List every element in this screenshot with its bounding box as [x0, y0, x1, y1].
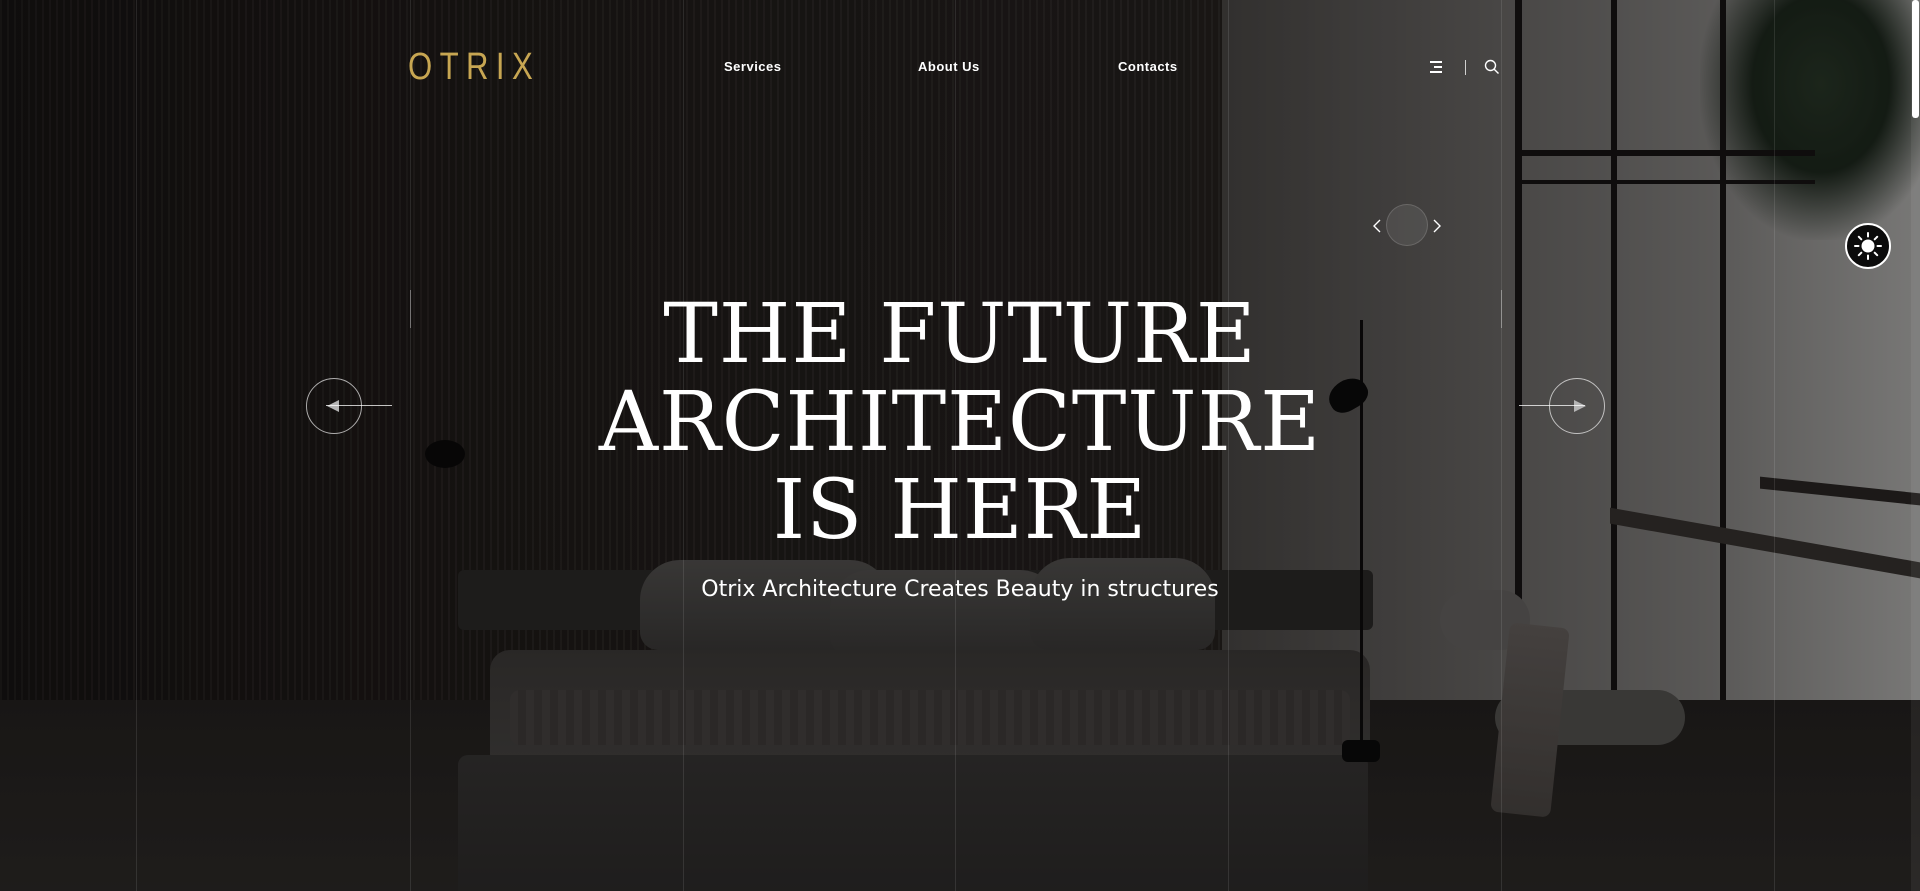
theme-toggle-button[interactable] [1845, 223, 1891, 269]
nav-item-contacts[interactable]: Contacts [1118, 59, 1178, 74]
search-icon[interactable] [1484, 59, 1500, 75]
hero-subtitle: Otrix Architecture Creates Beauty in str… [701, 577, 1219, 602]
hamburger-menu-icon[interactable] [1430, 61, 1442, 73]
chevron-left-icon[interactable] [1370, 216, 1384, 236]
slide-indicator[interactable] [1386, 204, 1428, 246]
nav-item-services[interactable]: Services [724, 59, 782, 74]
chevron-right-icon[interactable] [1430, 216, 1444, 236]
nav-item-about-us[interactable]: About Us [918, 59, 980, 74]
page-scrollbar[interactable] [1911, 0, 1920, 891]
hero-title-line: THE FUTURE [663, 287, 1257, 382]
divider [1465, 60, 1466, 75]
header-tools [1430, 57, 1510, 79]
sun-icon [1854, 232, 1882, 260]
hero-title-line: IS HERE [772, 463, 1148, 558]
scrollbar-thumb[interactable] [1912, 0, 1919, 118]
hero-title-line: ARCHITECTURE [598, 375, 1322, 470]
hero-title: THE FUTURE ARCHITECTURE IS HERE [0, 291, 1920, 555]
main-nav: Services About Us Contacts [0, 59, 1920, 79]
